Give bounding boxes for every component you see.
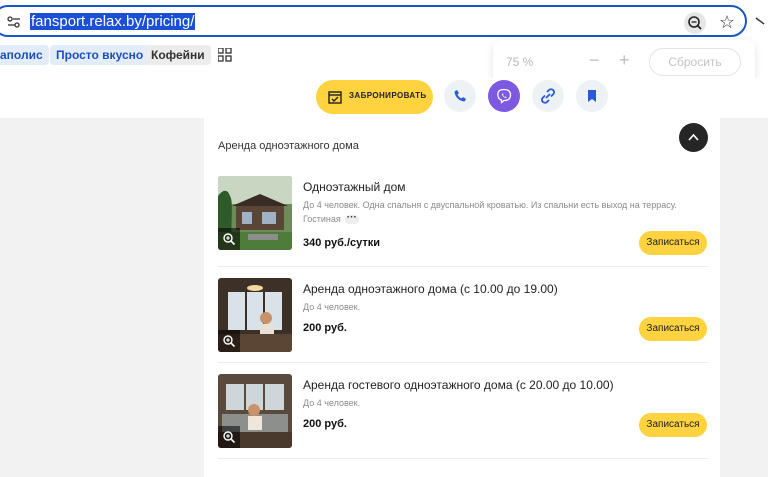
bookmark-item[interactable]: Кофейни [145,45,211,65]
book-button-label: ЗАБРОНИРОВАТЬ [349,91,427,100]
bookmark-item[interactable]: аполис [0,45,49,65]
item-price: 200 руб. [303,418,347,430]
pricing-card: Аренда одноэтажного дома Одноэтажный дом… [204,118,720,477]
divider [218,458,708,459]
viber-icon [497,88,512,104]
zoom-reset-button[interactable]: Сбросить [649,48,741,76]
magnify-icon [223,431,236,444]
list-item: Одноэтажный дом До 4 человек. Одна спаль… [218,176,708,256]
item-photo-house[interactable] [218,176,292,250]
page-action-bar: ЗАБРОНИРОВАТЬ [0,78,768,118]
magnify-icon [223,335,236,348]
zoom-photo-button[interactable] [218,426,240,448]
signup-button[interactable]: Записаться [639,413,707,437]
list-item: Аренда одноэтажного дома (с 10.00 до 19.… [218,278,708,358]
item-name[interactable]: Одноэтажный дом [303,180,406,194]
signup-button[interactable]: Записаться [639,317,707,341]
zoom-button[interactable] [684,12,706,34]
list-item: Аренда гостевого одноэтажного дома (с 20… [218,374,708,454]
zoom-photo-button[interactable] [218,330,240,352]
viber-button[interactable] [488,80,520,112]
save-bookmark-button[interactable] [576,80,608,112]
item-price: 340 руб./сутки [303,237,381,249]
item-name[interactable]: Аренда одноэтажного дома (с 10.00 до 19.… [303,282,558,296]
address-bar[interactable]: fansport.relax.by/pricing/ ☆ [0,5,747,37]
site-settings-icon[interactable] [7,15,21,29]
item-photo-interior[interactable] [218,278,292,352]
zoom-icon [688,16,702,30]
item-photo-guest-house[interactable] [218,374,292,448]
apps-grid-icon[interactable] [218,48,232,62]
calendar-check-icon [328,91,342,104]
link-icon [541,88,555,104]
bookmark-icon [588,90,596,102]
phone-icon [454,90,466,102]
bookmark-star-icon[interactable]: ☆ [716,11,738,33]
item-description: До 4 человек. [303,302,361,312]
section-title: Аренда одноэтажного дома [218,140,359,152]
item-description-text: До 4 человек. Одна спальня с двуспальной… [303,200,677,224]
zoom-in-button[interactable]: + [619,50,630,71]
divider [218,362,708,363]
item-price: 200 руб. [303,322,347,334]
item-description: До 4 человек. Одна спальня с двуспальной… [303,198,703,226]
magnify-icon [223,233,236,246]
item-description: До 4 человек. [303,398,361,408]
divider [218,266,708,267]
zoom-out-button[interactable]: − [589,50,600,71]
call-button[interactable] [444,80,476,112]
bookmark-item[interactable]: Просто вкусно [50,45,150,65]
more-icon[interactable]: ··· [344,213,359,225]
share-link-button[interactable] [532,80,564,112]
bookmarks-bar: аполис Просто вкусно Кофейни [0,45,490,67]
collapse-button[interactable] [679,123,708,152]
menu-edge-icon[interactable] [754,16,768,26]
signup-button[interactable]: Записаться [639,231,707,255]
book-button[interactable]: ЗАБРОНИРОВАТЬ [316,80,433,114]
zoom-level: 75 % [506,55,534,69]
chevron-up-icon [688,133,699,141]
item-name[interactable]: Аренда гостевого одноэтажного дома (с 20… [303,378,614,392]
zoom-photo-button[interactable] [218,228,240,250]
url-text[interactable]: fansport.relax.by/pricing/ [30,13,196,30]
